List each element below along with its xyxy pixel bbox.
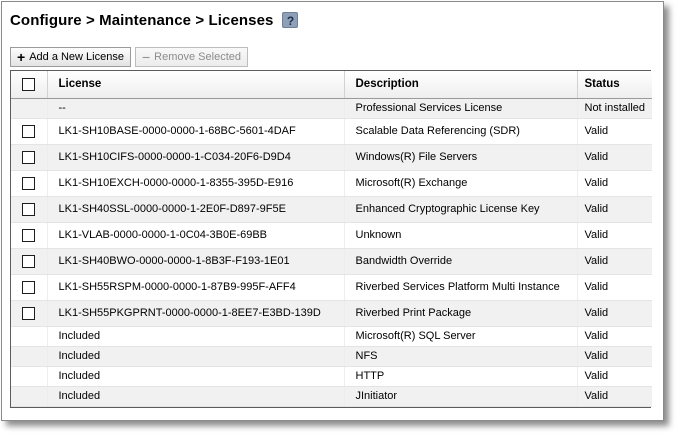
- row-checkbox[interactable]: [22, 306, 36, 320]
- license-key-cell: LK1-SH55RSPM-0000-0000-1-87B9-995F-AFF4: [47, 274, 345, 301]
- description-cell: Microsoft(R) SQL Server: [344, 326, 578, 347]
- description-cell: HTTP: [344, 366, 578, 387]
- row-select-cell: [11, 274, 48, 301]
- license-key-cell: LK1-VLAB-0000-0000-1-0C04-3B0E-69BB: [47, 222, 345, 249]
- row-select-cell: [11, 386, 48, 407]
- row-checkbox[interactable]: [22, 124, 36, 138]
- table-row: Included Microsoft(R) SQL Server Valid: [11, 326, 652, 347]
- remove-selected-button[interactable]: − Remove Selected: [134, 47, 248, 67]
- help-icon[interactable]: ?: [282, 12, 299, 28]
- row-checkbox[interactable]: [22, 280, 36, 294]
- row-select-cell: [11, 300, 48, 327]
- description-cell: Bandwidth Override: [344, 248, 578, 275]
- license-key-cell: Included: [47, 326, 345, 347]
- license-key-cell: LK1-SH40BWO-0000-0000-1-8B3F-F193-1E01: [47, 248, 345, 275]
- table-row[interactable]: LK1-SH55RSPM-0000-0000-1-87B9-995F-AFF4 …: [11, 274, 652, 301]
- description-cell: NFS: [344, 346, 578, 367]
- table-row[interactable]: LK1-SH55PKGPRNT-0000-0000-1-8EE7-E3BD-13…: [11, 300, 652, 327]
- status-cell: Valid: [577, 196, 652, 223]
- table-row[interactable]: LK1-SH40BWO-0000-0000-1-8B3F-F193-1E01 B…: [11, 248, 652, 275]
- table-header-row: License Description Status: [11, 71, 652, 99]
- license-key-cell: LK1-SH10EXCH-0000-0000-1-8355-395D-E916: [47, 170, 345, 197]
- table-row: -- Professional Services License Not ins…: [11, 98, 652, 119]
- row-select-cell: [11, 366, 48, 387]
- table-row[interactable]: LK1-SH10CIFS-0000-0000-1-C034-20F6-D9D4 …: [11, 144, 652, 171]
- table-row: Included NFS Valid: [11, 346, 652, 367]
- status-cell: Valid: [577, 366, 652, 387]
- status-cell: Valid: [577, 386, 652, 407]
- add-license-label: Add a New License: [29, 51, 124, 63]
- licenses-panel: Configure > Maintenance > Licenses ? + A…: [1, 1, 664, 421]
- description-cell: Scalable Data Referencing (SDR): [344, 118, 578, 145]
- row-select-cell: [11, 248, 48, 275]
- license-key-cell: Included: [47, 366, 345, 387]
- description-cell: JInitiator: [344, 386, 578, 407]
- status-cell: Valid: [577, 274, 652, 301]
- table-row: Included JInitiator Valid: [11, 386, 652, 407]
- status-cell: Valid: [577, 222, 652, 249]
- description-cell: Unknown: [344, 222, 578, 249]
- page-title: Configure > Maintenance > Licenses: [10, 11, 274, 29]
- status-cell: Valid: [577, 326, 652, 347]
- column-header-description[interactable]: Description: [344, 71, 578, 99]
- status-cell: Valid: [577, 118, 652, 145]
- table-row[interactable]: LK1-SH10EXCH-0000-0000-1-8355-395D-E916 …: [11, 170, 652, 197]
- row-select-cell: [11, 326, 48, 347]
- license-key-cell: --: [47, 98, 345, 119]
- row-select-cell: [11, 98, 48, 119]
- add-license-button[interactable]: + Add a New License: [10, 47, 131, 67]
- remove-selected-label: Remove Selected: [154, 51, 241, 63]
- description-cell: Riverbed Services Platform Multi Instanc…: [344, 274, 578, 301]
- select-all-checkbox[interactable]: [22, 77, 36, 91]
- table-row: Included HTTP Valid: [11, 366, 652, 387]
- description-cell: Professional Services License: [344, 98, 578, 119]
- status-cell: Valid: [577, 248, 652, 275]
- row-select-cell: [11, 144, 48, 171]
- license-key-cell: Included: [47, 386, 345, 407]
- table-row[interactable]: LK1-VLAB-0000-0000-1-0C04-3B0E-69BB Unkn…: [11, 222, 652, 249]
- row-select-cell: [11, 118, 48, 145]
- row-checkbox[interactable]: [22, 254, 36, 268]
- table-row[interactable]: LK1-SH40SSL-0000-0000-1-2E0F-D897-9F5E E…: [11, 196, 652, 223]
- column-header-status[interactable]: Status: [577, 71, 652, 99]
- row-checkbox[interactable]: [22, 150, 36, 164]
- description-cell: Microsoft(R) Exchange: [344, 170, 578, 197]
- plus-icon: +: [17, 49, 26, 65]
- column-header-license[interactable]: License: [47, 71, 345, 99]
- select-all-cell: [11, 71, 48, 99]
- toolbar: + Add a New License − Remove Selected: [10, 47, 248, 67]
- license-key-cell: LK1-SH10CIFS-0000-0000-1-C034-20F6-D9D4: [47, 144, 345, 171]
- row-select-cell: [11, 346, 48, 367]
- row-select-cell: [11, 222, 48, 249]
- license-key-cell: Included: [47, 346, 345, 367]
- row-checkbox[interactable]: [22, 228, 36, 242]
- row-select-cell: [11, 196, 48, 223]
- licenses-table: License Description Status -- Profession…: [10, 70, 652, 408]
- row-select-cell: [11, 170, 48, 197]
- status-cell: Valid: [577, 144, 652, 171]
- description-cell: Enhanced Cryptographic License Key: [344, 196, 578, 223]
- row-checkbox[interactable]: [22, 202, 36, 216]
- license-key-cell: LK1-SH10BASE-0000-0000-1-68BC-5601-4DAF: [47, 118, 345, 145]
- status-cell: Valid: [577, 346, 652, 367]
- license-key-cell: LK1-SH55PKGPRNT-0000-0000-1-8EE7-E3BD-13…: [47, 300, 345, 327]
- description-cell: Riverbed Print Package: [344, 300, 578, 327]
- license-key-cell: LK1-SH40SSL-0000-0000-1-2E0F-D897-9F5E: [47, 196, 345, 223]
- row-checkbox[interactable]: [22, 176, 36, 190]
- status-cell: Not installed: [577, 98, 652, 119]
- status-cell: Valid: [577, 170, 652, 197]
- table-row[interactable]: LK1-SH10BASE-0000-0000-1-68BC-5601-4DAF …: [11, 118, 652, 145]
- minus-icon: −: [141, 49, 151, 65]
- page-header: Configure > Maintenance > Licenses ?: [10, 9, 299, 31]
- status-cell: Valid: [577, 300, 652, 327]
- description-cell: Windows(R) File Servers: [344, 144, 578, 171]
